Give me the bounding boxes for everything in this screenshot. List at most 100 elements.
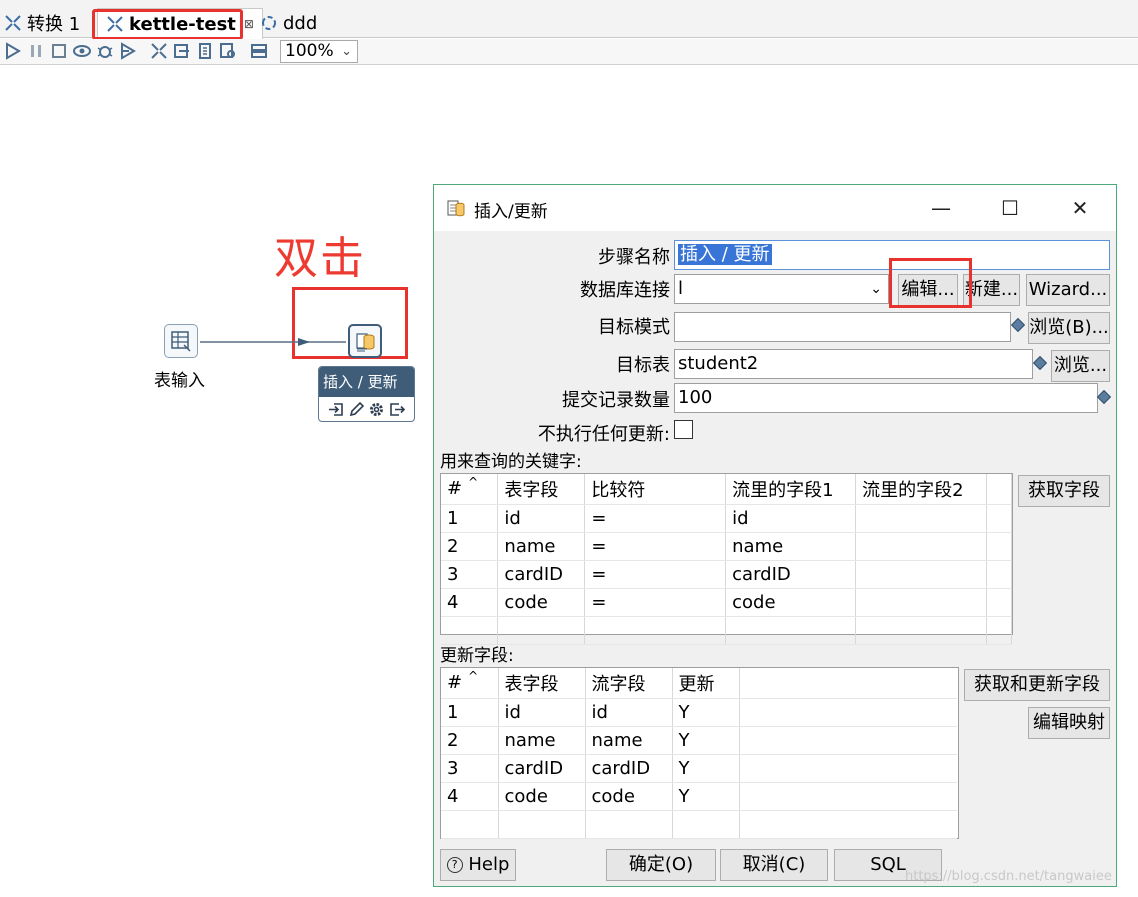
edit-mapping-button[interactable]: 编辑映射 bbox=[1028, 707, 1110, 739]
pause-icon[interactable] bbox=[27, 42, 45, 60]
insert-update-dialog: 插入/更新 — ☐ ✕ 步骤名称 插入 / 更新 数据库连接 l ⌄ 编辑...… bbox=[433, 184, 1117, 887]
cell[interactable]: code bbox=[497, 588, 586, 617]
sql-icon[interactable] bbox=[196, 42, 214, 60]
cell[interactable]: name bbox=[497, 532, 586, 561]
cell bbox=[739, 754, 957, 783]
column-header[interactable]: 比较符 bbox=[584, 474, 727, 505]
cell: 2 bbox=[441, 532, 499, 561]
get-update-fields-button[interactable]: 获取和更新字段 bbox=[964, 669, 1110, 701]
get-fields-button[interactable]: 获取字段 bbox=[1018, 475, 1110, 507]
cell[interactable]: id bbox=[498, 698, 586, 727]
cell[interactable]: cardID bbox=[497, 560, 586, 589]
cell[interactable]: code bbox=[725, 588, 857, 617]
column-header[interactable]: 流字段 bbox=[585, 668, 673, 699]
target-table-field[interactable]: student2 bbox=[674, 349, 1033, 379]
commit-size-label: 提交记录数量 bbox=[562, 390, 670, 411]
table-row[interactable]: 1 id id Y bbox=[441, 698, 957, 727]
cell[interactable]: = bbox=[584, 532, 727, 561]
cell[interactable]: code bbox=[585, 782, 673, 811]
show-results-icon[interactable] bbox=[250, 42, 268, 60]
table-row[interactable]: 4 code = code bbox=[441, 588, 1012, 617]
variable-icon bbox=[1010, 317, 1026, 333]
cell[interactable]: = bbox=[584, 504, 727, 533]
column-header[interactable]: # ^ bbox=[441, 668, 499, 699]
table-input-step-icon[interactable] bbox=[164, 324, 198, 358]
cell bbox=[986, 504, 1012, 533]
output-icon[interactable] bbox=[389, 401, 406, 418]
tab-transform-1[interactable]: 转换 1 bbox=[4, 8, 80, 38]
cell[interactable]: name bbox=[585, 726, 673, 755]
cell[interactable]: id bbox=[585, 698, 673, 727]
cell[interactable]: cardID bbox=[725, 560, 857, 589]
wizard-button[interactable]: Wizard... bbox=[1026, 274, 1110, 306]
no-update-label: 不执行任何更新: bbox=[537, 424, 670, 445]
cell: 2 bbox=[441, 726, 499, 755]
table-row[interactable]: 2 name = name bbox=[441, 532, 1012, 561]
key-section-label: 用来查询的关键字: bbox=[440, 452, 582, 472]
cell[interactable]: Y bbox=[672, 782, 740, 811]
tab-ddd[interactable]: ddd bbox=[260, 8, 317, 38]
no-update-checkbox[interactable] bbox=[674, 420, 693, 439]
cell[interactable]: id bbox=[497, 504, 586, 533]
key-lookup-table[interactable]: # ^ 表字段 比较符 流里的字段1 流里的字段2 1 id = id 2 na… bbox=[440, 473, 1013, 645]
cell bbox=[986, 588, 1012, 617]
canvas-toolbar: 100% ⌄ bbox=[0, 39, 1138, 65]
preview-icon[interactable] bbox=[73, 42, 91, 60]
input-icon[interactable] bbox=[327, 401, 344, 418]
ok-button[interactable]: 确定(O) bbox=[606, 849, 716, 881]
run-icon[interactable] bbox=[4, 42, 22, 60]
update-fields-table[interactable]: # ^ 表字段 流字段 更新 1 id id Y 2 name name Y 3… bbox=[440, 667, 959, 839]
cell[interactable]: Y bbox=[672, 754, 740, 783]
db-connection-value: l bbox=[678, 278, 684, 299]
cell[interactable]: cardID bbox=[498, 754, 586, 783]
table-row[interactable]: 4 code code Y bbox=[441, 782, 957, 811]
table-row[interactable]: 3 cardID = cardID bbox=[441, 560, 1012, 589]
browse-schema-button[interactable]: 浏览(B)... bbox=[1028, 312, 1110, 344]
explore-db-icon[interactable] bbox=[219, 42, 237, 60]
cell[interactable] bbox=[855, 504, 988, 533]
debug-icon[interactable] bbox=[96, 42, 114, 60]
cancel-button[interactable]: 取消(C) bbox=[720, 849, 828, 881]
commit-size-field[interactable]: 100 bbox=[674, 383, 1098, 413]
column-header[interactable]: 流里的字段1 bbox=[725, 474, 857, 505]
table-row[interactable]: 2 name name Y bbox=[441, 726, 957, 755]
close-icon[interactable]: ⊠ bbox=[244, 17, 254, 31]
hop-arrow[interactable] bbox=[198, 336, 358, 348]
minimize-button[interactable]: — bbox=[926, 195, 956, 221]
cell[interactable]: id bbox=[725, 504, 857, 533]
cell[interactable]: = bbox=[584, 588, 727, 617]
cell[interactable]: = bbox=[584, 560, 727, 589]
column-header[interactable]: 表字段 bbox=[498, 668, 586, 699]
replay-icon[interactable] bbox=[119, 42, 137, 60]
annotation-text: 双击 bbox=[274, 233, 366, 284]
cell[interactable]: name bbox=[725, 532, 857, 561]
column-header[interactable]: 表字段 bbox=[497, 474, 586, 505]
cell[interactable]: Y bbox=[672, 698, 740, 727]
cell[interactable]: Y bbox=[672, 726, 740, 755]
column-header[interactable]: 更新 bbox=[672, 668, 740, 699]
cell[interactable] bbox=[855, 560, 988, 589]
cell[interactable]: code bbox=[498, 782, 586, 811]
cell[interactable]: cardID bbox=[585, 754, 673, 783]
verify-icon[interactable] bbox=[150, 42, 168, 60]
column-header[interactable]: 流里的字段2 bbox=[855, 474, 988, 505]
help-button[interactable]: ? Help bbox=[440, 849, 516, 881]
browse-table-button[interactable]: 浏览... bbox=[1051, 350, 1110, 382]
target-schema-field[interactable] bbox=[674, 312, 1011, 342]
db-connection-select[interactable]: l ⌄ bbox=[674, 274, 889, 304]
edit-icon[interactable] bbox=[348, 401, 365, 418]
table-row[interactable]: 1 id = id bbox=[441, 504, 1012, 533]
maximize-button[interactable]: ☐ bbox=[995, 195, 1025, 221]
cell[interactable]: name bbox=[498, 726, 586, 755]
impact-icon[interactable] bbox=[173, 42, 191, 60]
stop-icon[interactable] bbox=[50, 42, 68, 60]
column-header[interactable]: # ^ bbox=[441, 474, 499, 505]
zoom-select[interactable]: 100% ⌄ bbox=[280, 40, 358, 63]
chevron-down-icon: ⌄ bbox=[341, 44, 352, 59]
cell[interactable] bbox=[855, 588, 988, 617]
close-button[interactable]: ✕ bbox=[1065, 195, 1095, 221]
cell[interactable] bbox=[855, 532, 988, 561]
table-row[interactable]: 3 cardID cardID Y bbox=[441, 754, 957, 783]
gear-icon[interactable] bbox=[368, 401, 385, 418]
insert-update-step-icon[interactable] bbox=[348, 324, 382, 358]
